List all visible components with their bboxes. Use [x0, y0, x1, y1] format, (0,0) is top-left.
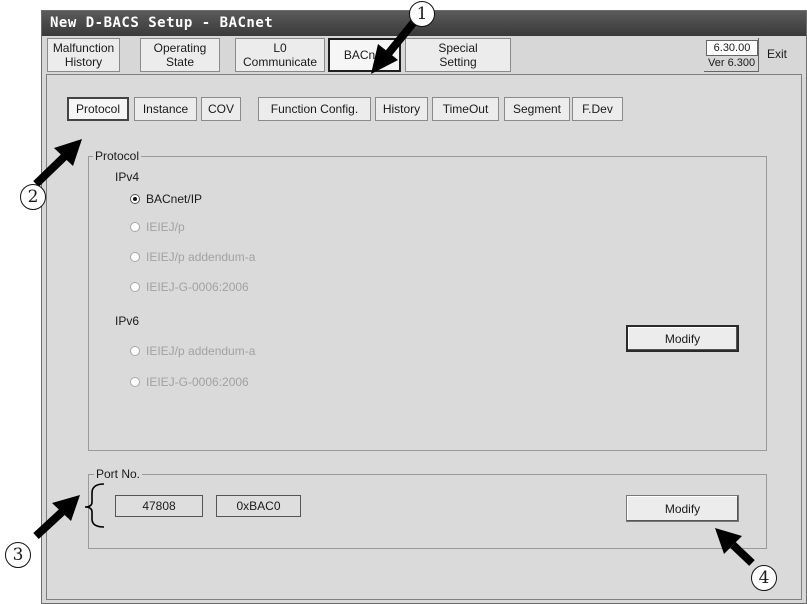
callout-4: 4: [751, 565, 777, 591]
arrow-2-shaft: [33, 154, 67, 187]
arrow-1-shaft: [384, 19, 418, 57]
callout-3: 3: [5, 542, 31, 568]
callout-2: 2: [20, 184, 46, 210]
arrow-3-shaft: [33, 509, 65, 539]
arrow-4-shaft: [730, 542, 755, 566]
callout-1: 1: [409, 1, 435, 27]
annotation-arrows: [33, 19, 755, 566]
port-brace: [84, 483, 105, 528]
